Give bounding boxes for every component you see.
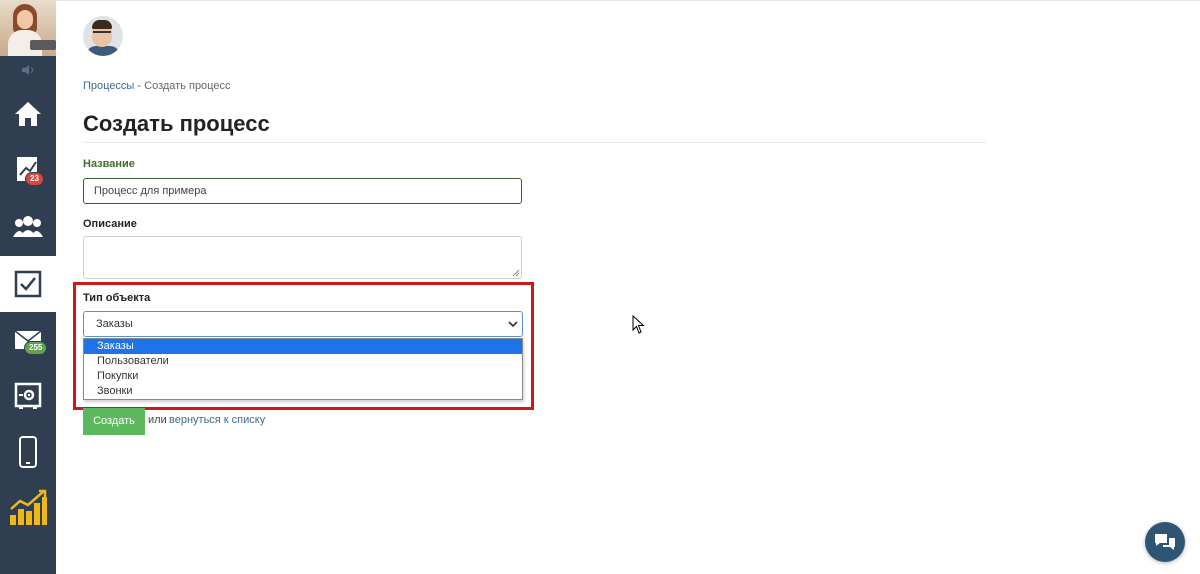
object-type-selected-value: Заказы xyxy=(96,318,133,330)
object-type-select[interactable]: Заказы xyxy=(83,311,523,337)
object-type-dropdown: Заказы Пользователи Покупки Звонки xyxy=(83,338,523,400)
sidebar-footer xyxy=(0,534,56,574)
description-label: Описание xyxy=(83,218,137,230)
dropdown-option-purchases[interactable]: Покупки xyxy=(84,369,522,384)
breadcrumb-separator: - xyxy=(134,80,145,92)
page-title: Создать процесс xyxy=(83,111,270,136)
dropdown-option-orders[interactable]: Заказы xyxy=(84,339,522,354)
back-to-list-link[interactable]: вернуться к списку xyxy=(169,414,265,426)
sidebar-item-tasks[interactable] xyxy=(0,256,56,312)
breadcrumb-current: Создать процесс xyxy=(144,80,231,92)
user-avatar[interactable] xyxy=(83,16,123,56)
sidebar-item-settings[interactable] xyxy=(0,368,56,424)
checkbox-tasks-icon xyxy=(14,270,42,298)
deals-badge: 23 xyxy=(25,172,44,186)
sidebar-item-mobile[interactable] xyxy=(0,424,56,480)
sidebar-item-analytics[interactable] xyxy=(0,480,56,536)
name-label: Название xyxy=(83,158,135,170)
dropdown-option-users[interactable]: Пользователи xyxy=(84,354,522,369)
object-type-label: Тип объекта xyxy=(83,292,151,304)
sidebar-item-mail[interactable]: 255 xyxy=(0,312,56,368)
create-button[interactable]: Создать xyxy=(83,408,145,435)
mail-badge: 255 xyxy=(24,341,48,355)
top-divider xyxy=(56,0,1200,1)
chat-bubbles-icon xyxy=(1155,534,1175,550)
home-icon xyxy=(15,102,41,126)
app-root: 23 255 Процессы - Создать процесс Создат… xyxy=(0,0,1200,574)
chevron-down-icon xyxy=(508,321,518,328)
breadcrumb-link-processes[interactable]: Процессы xyxy=(83,80,134,92)
main-content: Процессы - Создать процесс Создать проце… xyxy=(56,0,1200,574)
description-textarea[interactable] xyxy=(83,236,522,279)
dropdown-option-calls[interactable]: Звонки xyxy=(84,384,522,399)
users-group-icon xyxy=(13,216,43,237)
sidebar-item-users[interactable] xyxy=(0,198,56,254)
chat-button[interactable] xyxy=(1145,522,1185,562)
breadcrumb: Процессы - Создать процесс xyxy=(83,80,230,92)
or-text: или xyxy=(148,414,167,426)
title-divider xyxy=(83,142,986,143)
name-input[interactable] xyxy=(83,178,522,204)
sidebar-user-avatar[interactable] xyxy=(0,0,56,56)
mouse-cursor-icon xyxy=(632,315,645,334)
settings-box-icon xyxy=(14,382,42,409)
sidebar: 23 255 xyxy=(0,0,56,574)
analytics-bars-icon xyxy=(10,489,47,525)
sidebar-item-home[interactable] xyxy=(0,86,56,142)
mobile-icon xyxy=(19,436,37,468)
sidebar-collapse-icon[interactable] xyxy=(0,56,56,84)
resize-grip-icon[interactable] xyxy=(512,269,520,277)
sidebar-item-deals[interactable]: 23 xyxy=(0,142,56,198)
